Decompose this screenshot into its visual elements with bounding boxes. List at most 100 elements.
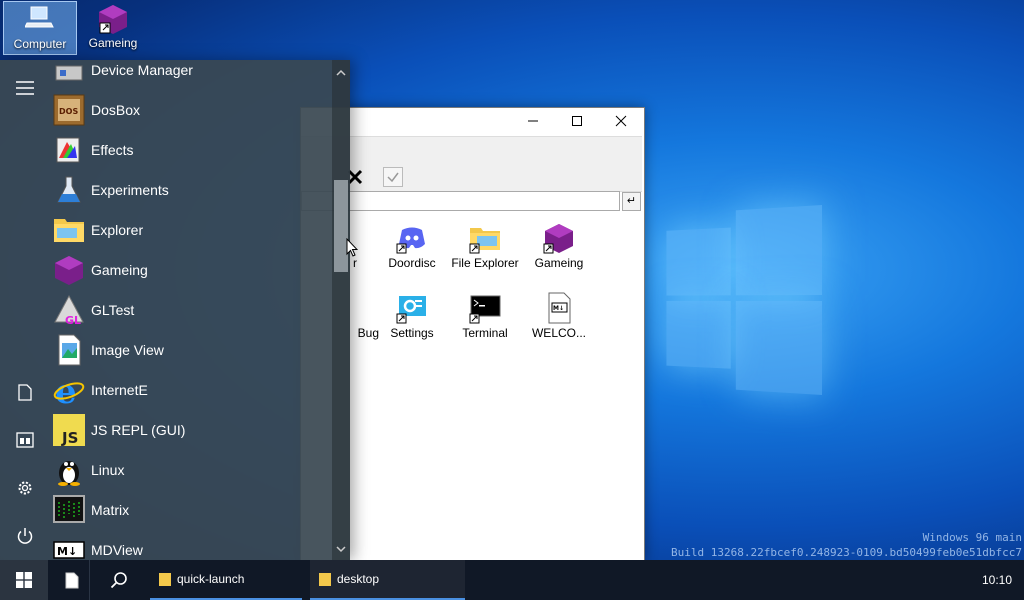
power-icon (17, 528, 33, 544)
app-list: Device Manager DOS DosBox Effects Experi… (50, 60, 332, 560)
document-icon (18, 383, 32, 401)
taskbar-clock[interactable]: 10:10 (982, 560, 1012, 600)
power-button[interactable] (0, 516, 50, 556)
explorer-window: ↵ r Doordisc File Explorer Gameing Bug S… (300, 107, 645, 561)
app-item[interactable]: JS JS REPL (GUI) (50, 410, 332, 450)
app-item[interactable]: DOS DosBox (50, 90, 332, 130)
app-item[interactable]: Matrix (50, 490, 332, 530)
maximize-button[interactable] (555, 108, 599, 134)
app-item[interactable]: M↓ MDView (50, 530, 332, 560)
matrix-icon (53, 495, 85, 523)
file-item-terminal[interactable]: Terminal (448, 292, 522, 340)
image-icon (58, 334, 81, 366)
app-label: Image View (91, 342, 164, 358)
file-item-file-explorer[interactable]: File Explorer (448, 222, 522, 270)
taskbar: quick-launch desktop 10:10 (0, 560, 1024, 600)
scrollbar-thumb[interactable] (334, 180, 348, 272)
build-line-2: Build 13268.22fbcef0.248923-0109.bd50499… (671, 546, 1022, 559)
app-item[interactable]: Device Manager (50, 60, 332, 90)
file-item-settings[interactable]: Settings (375, 292, 449, 340)
desktop-icon-label: Gameing (88, 36, 138, 50)
windows-logo-icon (16, 572, 32, 588)
app-item[interactable]: GL GLTest (50, 290, 332, 330)
app-item[interactable]: Experiments (50, 170, 332, 210)
file-label: Gameing (534, 256, 584, 270)
hamburger-icon (16, 81, 34, 95)
app-label: Experiments (91, 182, 169, 198)
effects-icon (56, 137, 80, 163)
close-icon (615, 115, 627, 127)
file-item-gameing[interactable]: Gameing (522, 222, 596, 270)
file-label: Settings (390, 326, 434, 340)
document-icon (65, 572, 79, 588)
app-label: Effects (91, 142, 134, 158)
desktop-icon-label: Computer (13, 37, 67, 51)
taskbar-task-quick-launch[interactable]: quick-launch (150, 560, 302, 600)
app-label: Device Manager (91, 62, 193, 78)
app-label: Explorer (91, 222, 144, 238)
internet-icon: e (53, 372, 85, 412)
scroll-up-icon[interactable] (332, 64, 350, 82)
folder-icon (469, 228, 500, 254)
file-label: Terminal (462, 326, 508, 340)
file-label: WELCO... (531, 326, 586, 340)
desktop-icon-gameing[interactable]: Gameing (77, 1, 149, 53)
gameing-icon (99, 5, 127, 34)
app-item[interactable]: e InternetE (50, 370, 332, 412)
folder-icon (159, 573, 171, 586)
app-item[interactable]: Gameing (50, 250, 332, 290)
app-list-scrollbar[interactable] (332, 60, 350, 560)
app-item[interactable]: Linux (50, 450, 332, 490)
file-item-welcome[interactable]: M↓ WELCO... (522, 292, 596, 340)
build-line-1: Windows 96 main (922, 531, 1022, 544)
close-button[interactable] (599, 108, 643, 134)
app-label: GLTest (91, 302, 135, 318)
app-label: MDView (91, 542, 143, 558)
scroll-down-icon[interactable] (332, 540, 350, 558)
linux-icon (58, 461, 80, 486)
task-label: quick-launch (177, 572, 245, 586)
start-menu-sidebar (0, 60, 50, 560)
gltest-icon: GL (54, 294, 84, 327)
js-icon: JS (53, 414, 85, 447)
start-button[interactable] (0, 560, 48, 600)
documents-button[interactable] (0, 372, 50, 412)
app-label: DosBox (91, 102, 141, 118)
minimize-button[interactable] (511, 108, 555, 134)
app-item[interactable]: Image View (50, 330, 332, 370)
file-label: Doordisc (388, 256, 436, 270)
file-manager-icon (16, 432, 34, 448)
taskbar-task-desktop[interactable]: desktop (310, 560, 465, 600)
svg-text:GL: GL (65, 314, 81, 326)
computer-icon (24, 6, 54, 28)
markdown-file-icon: M↓ (548, 292, 571, 324)
quick-launch-document[interactable] (55, 560, 90, 600)
app-item[interactable]: Effects (50, 130, 332, 170)
discord-icon (396, 227, 425, 254)
svg-text:M↓: M↓ (57, 545, 77, 558)
window-titlebar[interactable] (301, 108, 644, 134)
device-manager-icon (55, 65, 83, 81)
go-button[interactable]: ↵ (622, 192, 641, 211)
settings-icon (396, 296, 426, 324)
app-label: InternetE (91, 382, 148, 398)
folder-icon (319, 573, 331, 586)
build-watermark: Windows 96 main Build 13268.22fbcef0.248… (671, 530, 1022, 560)
terminal-icon (469, 295, 501, 324)
gameing-icon (543, 224, 573, 254)
app-label: JS REPL (GUI) (91, 422, 186, 438)
markdown-icon: M↓ (53, 541, 85, 559)
hamburger-button[interactable] (0, 68, 50, 108)
file-item-doordisc[interactable]: Doordisc (375, 222, 449, 270)
desktop-icon-computer[interactable]: Computer (3, 1, 77, 55)
settings-button[interactable] (0, 468, 50, 508)
files-button[interactable] (0, 420, 50, 460)
folder-icon (54, 219, 84, 242)
windows-wallpaper-logo (666, 205, 822, 395)
start-menu: Device Manager DOS DosBox Effects Experi… (0, 60, 350, 560)
app-item[interactable]: Explorer (50, 210, 332, 250)
gameing-icon (55, 256, 83, 285)
search-button[interactable] (104, 560, 134, 600)
select-all-button[interactable] (383, 167, 403, 187)
minimize-icon (528, 120, 538, 122)
